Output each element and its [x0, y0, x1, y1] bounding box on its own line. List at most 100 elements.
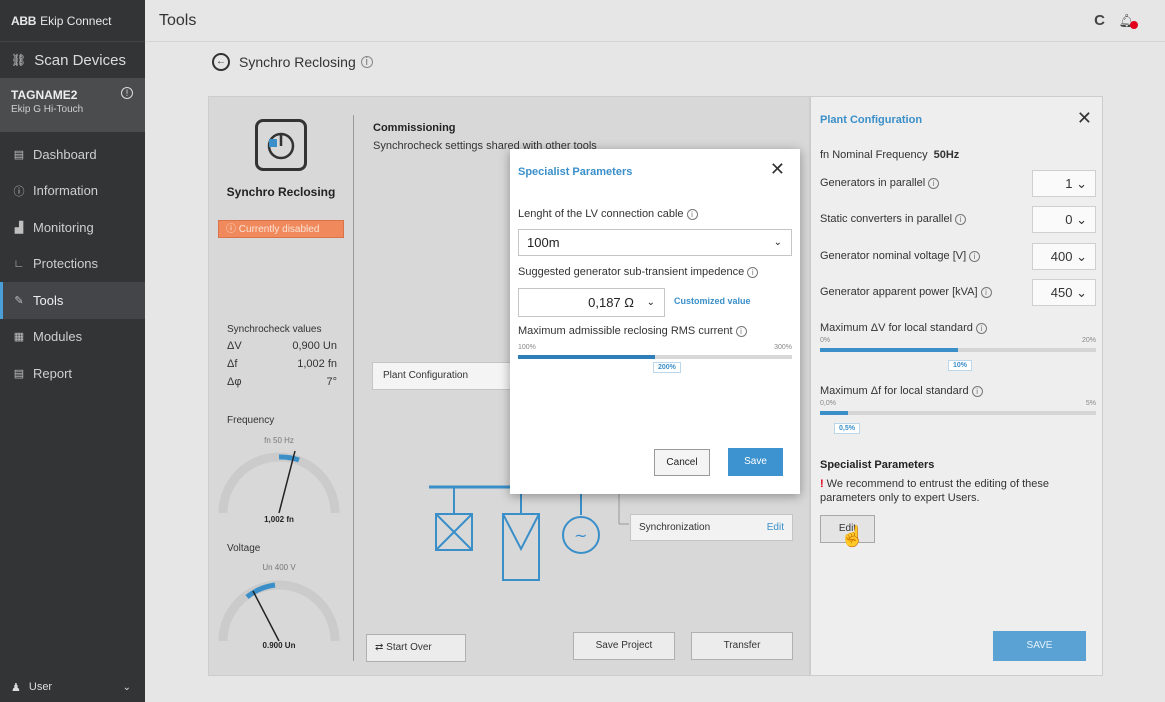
sidebar-item-label: Modules — [33, 329, 83, 345]
apparent-power-row: Generator apparent power [kVA] i 450 ⌄ — [820, 279, 1096, 306]
sidebar-item-protections[interactable]: ∟ Protections — [0, 246, 145, 283]
cancel-button[interactable]: Cancel — [654, 449, 710, 476]
save-button[interactable]: SAVE — [993, 631, 1086, 661]
scan-devices-button[interactable]: ⛓ Scan Devices — [0, 42, 145, 78]
info-icon[interactable]: i — [735, 325, 747, 337]
sidebar-item-report[interactable]: ▤ Report — [0, 355, 145, 392]
nominal-voltage-row: Generator nominal voltage [V] i 400 ⌄ — [820, 243, 1096, 270]
info-icon[interactable]: i — [955, 213, 967, 225]
generators-select[interactable]: 1 ⌄ — [1032, 170, 1096, 197]
synchronization-label: Synchronization — [639, 522, 711, 533]
abb-logo: ABB — [11, 13, 37, 28]
chevron-down-icon: ⌄ — [773, 237, 782, 248]
nominal-voltage-select[interactable]: 400 ⌄ — [1032, 243, 1096, 270]
tool-header: ← Synchro Reclosing i — [212, 53, 373, 71]
cable-length-label: Lenght of the LV connection cable i — [518, 208, 698, 220]
single-line-diagram: ~ — [429, 485, 629, 581]
nominal-label: fn Nominal Frequency — [820, 149, 928, 161]
sidebar-item-label: Information — [33, 183, 99, 199]
hand-cursor-icon: ☝ — [840, 526, 865, 548]
sidebar-nav: ▤ Dashboard ⓘ Information ▟ Monitoring ∟… — [0, 136, 145, 392]
user-menu[interactable]: ♟ User ⌄ — [0, 672, 145, 702]
slider-track[interactable] — [820, 348, 1096, 352]
slider-value-tag: 0,5% — [834, 423, 860, 434]
slider-track[interactable] — [820, 411, 1096, 415]
info-icon[interactable]: i — [686, 208, 698, 220]
impedence-label: Suggested generator sub-transient impede… — [518, 266, 759, 278]
slider-max: 20% — [1081, 337, 1096, 344]
sidebar-item-modules[interactable]: ▦ Modules — [0, 319, 145, 356]
info-icon[interactable]: i — [747, 266, 759, 278]
customized-value-label: Customized value — [674, 296, 751, 306]
slider-max: 300% — [774, 344, 792, 351]
save-button[interactable]: Save — [728, 448, 783, 476]
voltage-gauge: Un 400 V 0.900 Un — [217, 559, 341, 659]
commissioning-title: Commissioning — [373, 122, 456, 134]
protection-chart-icon: ∟ — [13, 257, 25, 270]
sidebar-item-label: Report — [33, 365, 73, 381]
label-text: Maximum admissible reclosing RMS current — [518, 325, 733, 337]
info-icon: ⓘ — [13, 185, 25, 198]
warning-icon: ! — [820, 478, 824, 490]
chevron-down-icon: ⌄ — [122, 681, 131, 693]
impedence-select[interactable]: 0,187 Ω ⌄ — [518, 288, 665, 317]
specialist-parameters-heading: Specialist Parameters — [820, 459, 935, 471]
slider-label: Maximum ΔV for local standard — [820, 322, 973, 334]
close-icon[interactable]: ✕ — [770, 159, 785, 180]
row-label: Generators in parallel — [820, 177, 926, 189]
plant-configuration-card[interactable]: Plant Configuration — [372, 362, 512, 390]
sidebar-item-information[interactable]: ⓘ Information — [0, 173, 145, 210]
row-label: Static converters in parallel — [820, 213, 953, 225]
status-badge: ⓘ Currently disabled — [218, 220, 344, 238]
plant-configuration-panel: Plant Configuration ✕ fn Nominal Frequen… — [810, 96, 1103, 676]
info-icon[interactable]: i — [980, 286, 992, 298]
rms-current-slider[interactable]: 100% 300% 200% — [518, 344, 792, 373]
app-name: Ekip Connect — [40, 13, 112, 28]
close-icon[interactable]: ✕ — [1077, 108, 1092, 129]
rms-current-label: Maximum admissible reclosing RMS current… — [518, 325, 747, 337]
note-text: We recommend to entrust the editing of t… — [820, 478, 1050, 504]
static-converters-select[interactable]: 0 ⌄ — [1032, 206, 1096, 233]
scan-devices-label: Scan Devices — [34, 51, 126, 69]
wrench-icon: ✎ — [14, 294, 24, 307]
slider-min: 0% — [820, 337, 831, 344]
slider-label: Maximum Δf for local standard — [820, 385, 969, 397]
panel-title: Plant Configuration — [820, 114, 923, 126]
nominal-frequency: fn Nominal Frequency 50Hz — [820, 149, 959, 161]
modules-icon: ▦ — [13, 331, 25, 344]
max-df-slider[interactable]: Maximum Δf for local standard i 0,0% 5% 0,… — [820, 385, 1096, 434]
info-icon[interactable]: i — [360, 56, 373, 68]
user-label: User — [28, 681, 53, 693]
slider-value-tag: 10% — [948, 360, 973, 371]
back-arrow-icon[interactable]: ← — [212, 53, 230, 71]
specialist-note: ! We recommend to entrust the editing of … — [820, 477, 1090, 505]
slider-fill — [820, 411, 848, 415]
info-icon[interactable]: i — [971, 385, 983, 397]
max-dv-slider[interactable]: Maximum ΔV for local standard i 0% 20% 10% — [820, 322, 1096, 371]
start-over-button[interactable]: ⇄ Start Over — [366, 634, 466, 662]
sidebar: ABB Ekip Connect ⛓ Scan Devices TAGNAME2… — [0, 0, 145, 702]
select-value: 400 — [1050, 249, 1073, 264]
slider-value-tag: 200% — [653, 362, 681, 373]
info-icon[interactable]: i — [969, 250, 981, 262]
synchronization-edit-link[interactable]: Edit — [767, 515, 784, 540]
slider-track[interactable] — [518, 355, 792, 359]
app-header: ABB Ekip Connect — [0, 0, 145, 42]
refresh-icon[interactable]: C — [1094, 12, 1105, 29]
select-value: 450 — [1050, 285, 1073, 300]
label-text: Suggested generator sub-transient impede… — [518, 266, 745, 278]
select-value: 0 — [1065, 212, 1073, 227]
sidebar-item-monitoring[interactable]: ▟ Monitoring — [0, 209, 145, 246]
info-icon[interactable]: ! — [121, 87, 133, 99]
cable-length-select[interactable]: 100m ⌄ — [518, 229, 792, 256]
row-label: ΔV — [227, 340, 242, 352]
save-project-button[interactable]: Save Project — [573, 632, 675, 660]
device-card[interactable]: TAGNAME2 Ekip G Hi-Touch ! — [0, 78, 145, 132]
apparent-power-select[interactable]: 450 ⌄ — [1032, 279, 1096, 306]
frequency-gauge: fn 50 Hz 1,002 fn — [217, 431, 341, 531]
info-icon[interactable]: i — [928, 177, 940, 189]
transfer-button[interactable]: Transfer — [691, 632, 793, 660]
sidebar-item-tools[interactable]: ✎ Tools — [0, 282, 145, 319]
info-icon[interactable]: i — [975, 322, 987, 334]
sidebar-item-dashboard[interactable]: ▤ Dashboard — [0, 136, 145, 173]
